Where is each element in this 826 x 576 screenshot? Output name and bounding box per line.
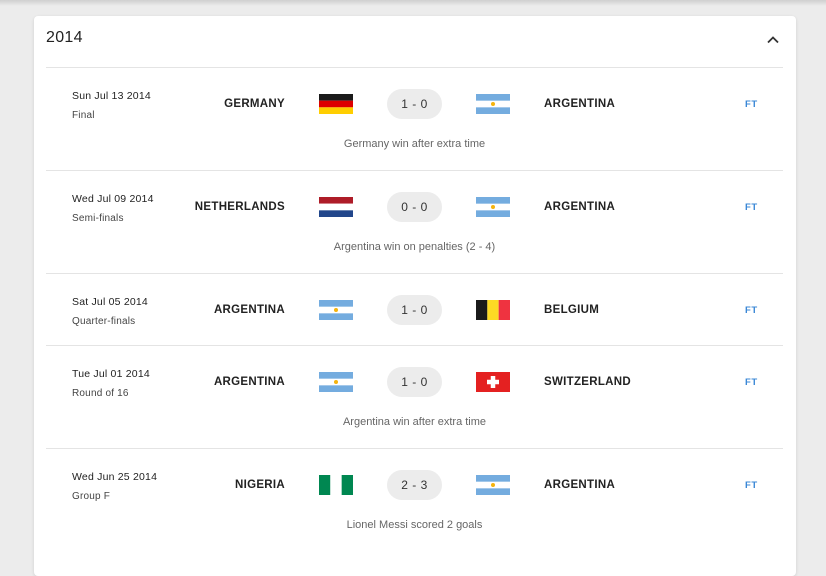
match-note: Germany win after extra time bbox=[343, 138, 486, 150]
germany-flag-icon bbox=[319, 94, 353, 114]
home-team[interactable]: GERMANY bbox=[224, 98, 285, 110]
match-status: FT bbox=[745, 480, 758, 491]
belgium-flag-icon bbox=[476, 300, 510, 320]
match-list: Sun Jul 13 2014 Final GERMANY 1 - 0 ARGE… bbox=[46, 67, 783, 551]
match-row[interactable]: Wed Jul 09 2014 Semi-finals NETHERLANDS … bbox=[46, 170, 783, 273]
match-status: FT bbox=[745, 377, 758, 388]
argentina-flag-icon bbox=[476, 475, 510, 495]
match-row[interactable]: Wed Jun 25 2014 Group F NIGERIA 2 - 3 AR… bbox=[46, 448, 783, 551]
argentina-flag-icon bbox=[319, 300, 353, 320]
away-team[interactable]: ARGENTINA bbox=[544, 98, 615, 110]
match-date: Sun Jul 13 2014 bbox=[72, 90, 151, 102]
argentina-flag-icon bbox=[476, 94, 510, 114]
switzerland-flag-icon bbox=[476, 372, 510, 392]
score-pill[interactable]: 2 - 3 bbox=[387, 470, 442, 500]
match-date: Sat Jul 05 2014 bbox=[72, 296, 148, 308]
score-pill[interactable]: 1 - 0 bbox=[387, 89, 442, 119]
match-stage: Round of 16 bbox=[72, 388, 129, 399]
argentina-flag-icon bbox=[319, 372, 353, 392]
match-row[interactable]: Tue Jul 01 2014 Round of 16 ARGENTINA 1 … bbox=[46, 345, 783, 448]
netherlands-flag-icon bbox=[319, 197, 353, 217]
score-pill[interactable]: 1 - 0 bbox=[387, 295, 442, 325]
away-team[interactable]: ARGENTINA bbox=[544, 201, 615, 213]
home-team[interactable]: NIGERIA bbox=[235, 479, 285, 491]
match-stage: Semi-finals bbox=[72, 213, 124, 224]
score-pill[interactable]: 0 - 0 bbox=[387, 192, 442, 222]
nigeria-flag-icon bbox=[319, 475, 353, 495]
match-status: FT bbox=[745, 99, 758, 110]
match-date: Wed Jul 09 2014 bbox=[72, 193, 154, 205]
match-stage: Final bbox=[72, 110, 95, 121]
match-note: Argentina win after extra time bbox=[342, 416, 487, 428]
match-row[interactable]: Sun Jul 13 2014 Final GERMANY 1 - 0 ARGE… bbox=[46, 67, 783, 170]
year-header[interactable]: 2014 bbox=[34, 16, 796, 66]
match-date: Tue Jul 01 2014 bbox=[72, 368, 150, 380]
chevron-up-icon[interactable] bbox=[764, 31, 782, 49]
away-team[interactable]: SWITZERLAND bbox=[544, 376, 631, 388]
away-team[interactable]: ARGENTINA bbox=[544, 479, 615, 491]
home-team[interactable]: ARGENTINA bbox=[214, 376, 285, 388]
match-note: Argentina win on penalties (2 - 4) bbox=[333, 241, 496, 253]
match-status: FT bbox=[745, 305, 758, 316]
match-status: FT bbox=[745, 202, 758, 213]
match-row[interactable]: Sat Jul 05 2014 Quarter-finals ARGENTINA… bbox=[46, 273, 783, 345]
year-card: 2014 Sun Jul 13 2014 Final GERMANY 1 - 0… bbox=[34, 16, 796, 576]
home-team[interactable]: ARGENTINA bbox=[214, 304, 285, 316]
match-stage: Quarter-finals bbox=[72, 316, 136, 327]
match-stage: Group F bbox=[72, 491, 111, 502]
score-pill[interactable]: 1 - 0 bbox=[387, 367, 442, 397]
match-note: Lionel Messi scored 2 goals bbox=[346, 519, 483, 531]
match-date: Wed Jun 25 2014 bbox=[72, 471, 158, 483]
top-shadow bbox=[0, 0, 826, 6]
argentina-flag-icon bbox=[476, 197, 510, 217]
year-title: 2014 bbox=[46, 29, 83, 46]
home-team[interactable]: NETHERLANDS bbox=[195, 201, 285, 213]
away-team[interactable]: BELGIUM bbox=[544, 304, 599, 316]
